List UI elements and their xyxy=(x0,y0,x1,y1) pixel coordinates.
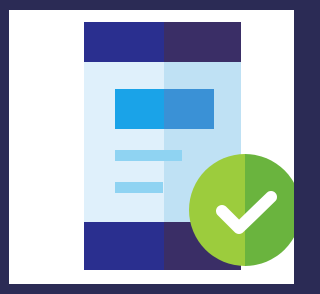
text-line-2 xyxy=(115,182,163,193)
mobile-app-verified-icon xyxy=(84,22,294,270)
content-block-left xyxy=(115,89,164,129)
icon-card xyxy=(9,10,294,284)
icon-frame xyxy=(0,0,294,294)
phone-screen-left xyxy=(84,62,164,222)
phone-header-left xyxy=(84,22,164,62)
content-block-right xyxy=(164,89,214,129)
phone-footer-left xyxy=(84,222,164,270)
phone-header-right xyxy=(164,22,241,62)
text-line-1 xyxy=(115,150,182,161)
